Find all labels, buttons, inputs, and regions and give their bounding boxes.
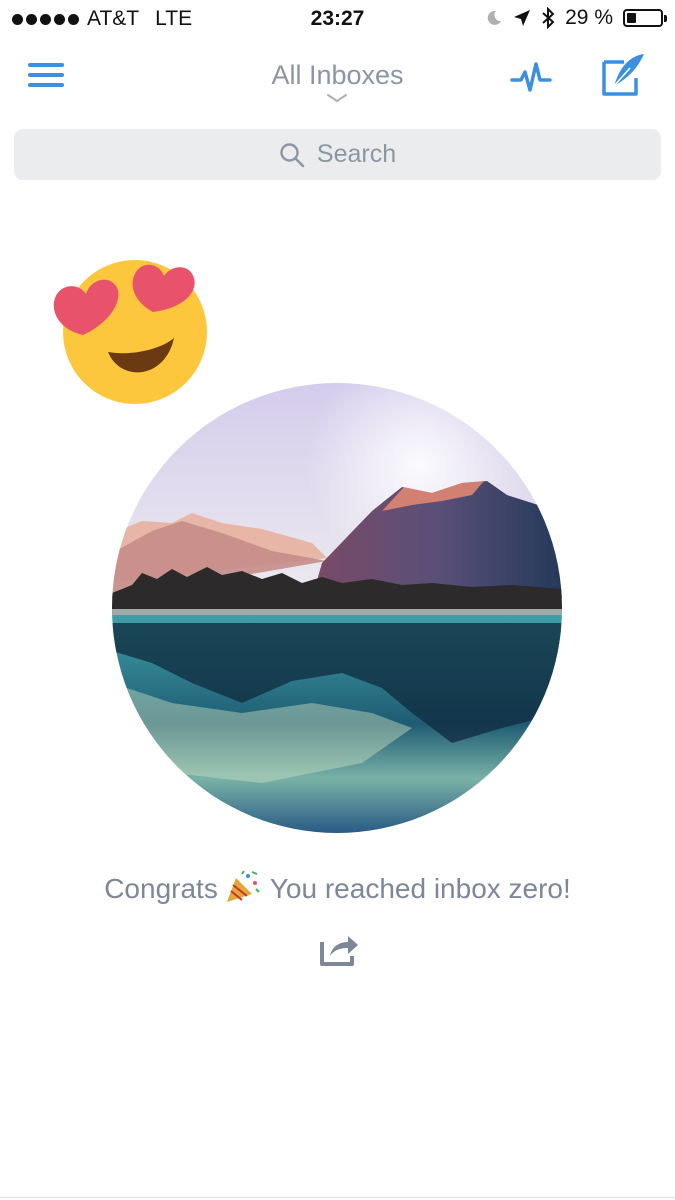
share-icon[interactable] bbox=[318, 930, 360, 968]
location-arrow-icon bbox=[514, 10, 531, 26]
nav-bar: All Inboxes bbox=[0, 40, 675, 120]
compose-feather-icon[interactable] bbox=[600, 52, 648, 98]
status-right: 29 % bbox=[485, 6, 667, 30]
battery-icon bbox=[623, 9, 667, 27]
inbox-zero-label: You reached inbox zero! bbox=[269, 873, 571, 904]
search-content: Search bbox=[14, 140, 661, 169]
inbox-zero-message: Congrats You reached inbox zero! bbox=[0, 870, 675, 905]
bluetooth-icon bbox=[542, 7, 555, 29]
activity-pulse-icon[interactable] bbox=[510, 58, 552, 96]
party-popper-icon bbox=[226, 870, 260, 902]
congrats-label: Congrats bbox=[104, 873, 218, 904]
bottom-divider bbox=[0, 1197, 675, 1198]
search-input[interactable]: Search bbox=[14, 129, 661, 180]
battery-level-fill bbox=[627, 13, 636, 23]
search-icon bbox=[280, 142, 305, 167]
mountain-lake-landscape bbox=[112, 383, 562, 833]
mailbox-title[interactable]: All Inboxes bbox=[0, 60, 675, 91]
moon-icon bbox=[487, 10, 502, 25]
chevron-down-icon[interactable] bbox=[326, 92, 348, 104]
search-placeholder: Search bbox=[316, 140, 397, 168]
battery-percent: 29 % bbox=[565, 6, 613, 29]
status-bar: AT&T LTE 23:27 29 % bbox=[0, 0, 675, 40]
